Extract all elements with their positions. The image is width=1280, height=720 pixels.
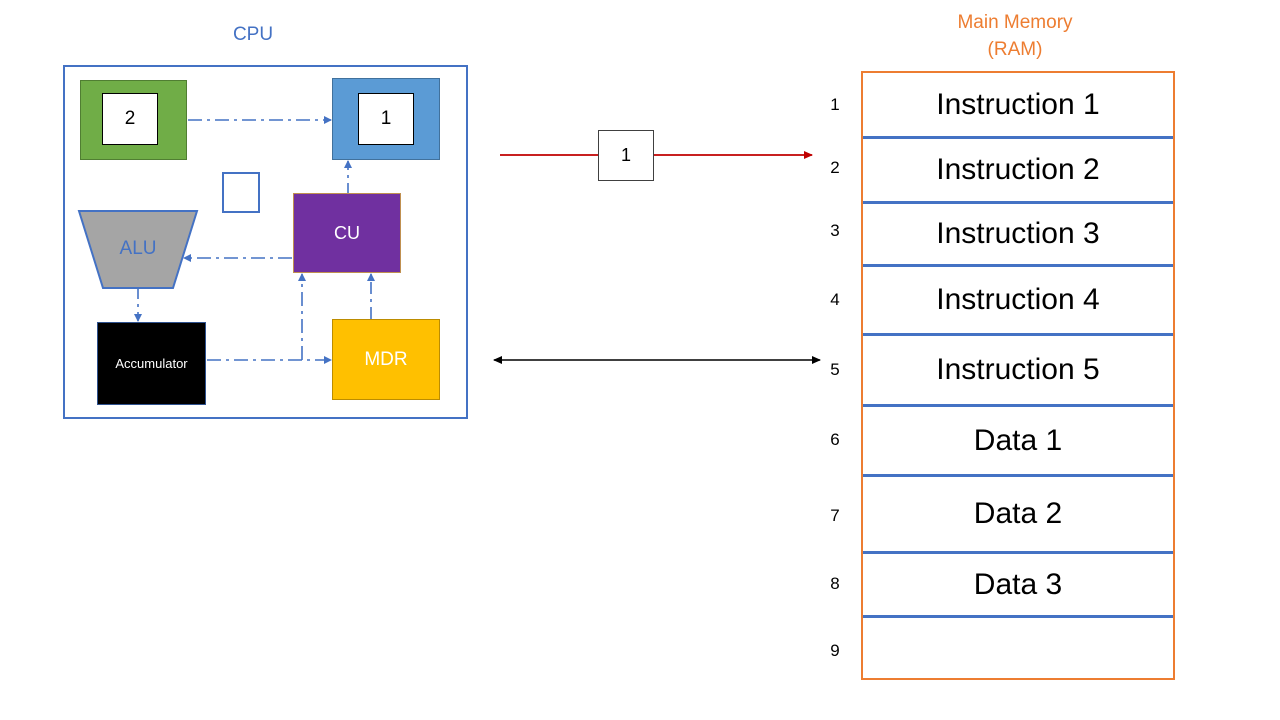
alu-label: ALU	[119, 238, 157, 259]
program-counter-register: 2	[80, 80, 187, 160]
memory-row: Instruction 2	[863, 139, 1173, 201]
memory-cell-content: Instruction 1	[936, 87, 1100, 121]
memory-address: 6	[830, 430, 840, 449]
address-bus-value: 1	[598, 130, 654, 181]
memory-row	[863, 618, 1173, 680]
memory-row: Instruction 1	[863, 73, 1173, 136]
memory-address: 3	[830, 221, 840, 240]
memory-cell-content: Data 3	[973, 567, 1063, 601]
memory-row: Instruction 5	[863, 336, 1173, 404]
memory-cell-content: Instruction 4	[936, 283, 1100, 316]
memory-cell-content: Instruction 3	[936, 217, 1100, 250]
memory-address: 1	[830, 95, 840, 114]
memory-row: Data 1	[863, 407, 1173, 474]
memory-cell-content: Instruction 5	[936, 353, 1100, 386]
memory-row: Instruction 4	[863, 267, 1173, 333]
memory-address-register: 1	[332, 78, 440, 160]
memory-address: 9	[830, 641, 840, 660]
memory-row: Data 2	[863, 477, 1173, 551]
memory-data-register: MDR	[332, 319, 440, 400]
memory-cell-content: Instruction 2	[936, 153, 1100, 186]
mar-value: 1	[358, 93, 414, 145]
main-memory: Instruction 1 Instruction 2 Instruction …	[861, 71, 1175, 680]
memory-row: Data 3	[863, 554, 1173, 615]
memory-cell-content: Data 2	[973, 497, 1063, 530]
memory-address: 5	[830, 360, 840, 379]
memory-address: 7	[830, 506, 840, 525]
program-counter-value: 2	[102, 93, 158, 145]
memory-address: 4	[830, 290, 840, 309]
memory-row: Instruction 3	[863, 204, 1173, 264]
memory-address: 8	[830, 574, 840, 593]
control-unit: CU	[293, 193, 401, 273]
memory-address: 2	[830, 158, 840, 177]
empty-value-slot	[222, 172, 260, 213]
accumulator: Accumulator	[97, 322, 206, 405]
memory-cell-content: Data 1	[973, 423, 1063, 457]
